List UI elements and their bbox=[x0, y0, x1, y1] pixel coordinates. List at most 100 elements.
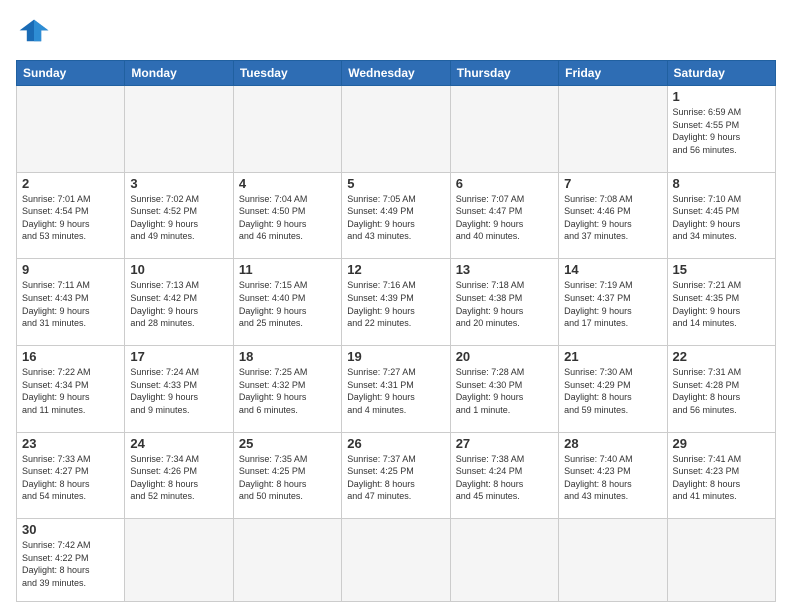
day-number: 14 bbox=[564, 262, 661, 277]
day-info: Sunrise: 7:19 AM Sunset: 4:37 PM Dayligh… bbox=[564, 279, 661, 329]
day-info: Sunrise: 7:24 AM Sunset: 4:33 PM Dayligh… bbox=[130, 366, 227, 416]
calendar-cell: 4 Sunrise: 7:04 AM Sunset: 4:50 PM Daylig… bbox=[233, 172, 341, 259]
day-info: Sunrise: 7:28 AM Sunset: 4:30 PM Dayligh… bbox=[456, 366, 553, 416]
calendar-cell: 27Sunrise: 7:38 AM Sunset: 4:24 PM Dayli… bbox=[450, 432, 558, 519]
calendar-week-1: 1 Sunrise: 6:59 AM Sunset: 4:55 PM Daylig… bbox=[17, 86, 776, 173]
calendar-cell: 24Sunrise: 7:34 AM Sunset: 4:26 PM Dayli… bbox=[125, 432, 233, 519]
calendar-cell: 11 Sunrise: 7:15 AM Sunset: 4:40 PM Dayli… bbox=[233, 259, 341, 346]
day-number: 1 bbox=[673, 89, 770, 104]
calendar-cell: 1 Sunrise: 6:59 AM Sunset: 4:55 PM Daylig… bbox=[667, 86, 775, 173]
calendar-cell bbox=[667, 519, 775, 602]
weekday-header-tuesday: Tuesday bbox=[233, 61, 341, 86]
day-number: 16 bbox=[22, 349, 119, 364]
weekday-header-saturday: Saturday bbox=[667, 61, 775, 86]
calendar-cell bbox=[342, 519, 450, 602]
day-number: 20 bbox=[456, 349, 553, 364]
day-number: 12 bbox=[347, 262, 444, 277]
day-info: Sunrise: 7:13 AM Sunset: 4:42 PM Dayligh… bbox=[130, 279, 227, 329]
calendar-cell bbox=[17, 86, 125, 173]
day-info: Sunrise: 7:37 AM Sunset: 4:25 PM Dayligh… bbox=[347, 453, 444, 503]
calendar-cell: 14 Sunrise: 7:19 AM Sunset: 4:37 PM Dayli… bbox=[559, 259, 667, 346]
day-number: 8 bbox=[673, 176, 770, 191]
day-info: Sunrise: 7:10 AM Sunset: 4:45 PM Dayligh… bbox=[673, 193, 770, 243]
day-number: 15 bbox=[673, 262, 770, 277]
day-info: Sunrise: 7:22 AM Sunset: 4:34 PM Dayligh… bbox=[22, 366, 119, 416]
day-number: 23 bbox=[22, 436, 119, 451]
calendar-cell: 12 Sunrise: 7:16 AM Sunset: 4:39 PM Dayli… bbox=[342, 259, 450, 346]
day-number: 11 bbox=[239, 262, 336, 277]
calendar-cell: 20 Sunrise: 7:28 AM Sunset: 4:30 PM Dayli… bbox=[450, 345, 558, 432]
day-info: Sunrise: 7:11 AM Sunset: 4:43 PM Dayligh… bbox=[22, 279, 119, 329]
calendar-cell bbox=[559, 519, 667, 602]
calendar-cell: 29 Sunrise: 7:41 AM Sunset: 4:23 PM Dayli… bbox=[667, 432, 775, 519]
day-number: 30 bbox=[22, 522, 119, 537]
day-info: Sunrise: 7:35 AM Sunset: 4:25 PM Dayligh… bbox=[239, 453, 336, 503]
calendar-cell: 16 Sunrise: 7:22 AM Sunset: 4:34 PM Dayli… bbox=[17, 345, 125, 432]
day-info: Sunrise: 7:33 AM Sunset: 4:27 PM Dayligh… bbox=[22, 453, 119, 503]
day-number: 22 bbox=[673, 349, 770, 364]
day-number: 25 bbox=[239, 436, 336, 451]
calendar-cell: 22 Sunrise: 7:31 AM Sunset: 4:28 PM Dayli… bbox=[667, 345, 775, 432]
day-number: 9 bbox=[22, 262, 119, 277]
calendar-cell: 10 Sunrise: 7:13 AM Sunset: 4:42 PM Dayli… bbox=[125, 259, 233, 346]
calendar-cell: 5Sunrise: 7:05 AM Sunset: 4:49 PM Daylig… bbox=[342, 172, 450, 259]
header bbox=[16, 16, 776, 52]
calendar-cell: 3Sunrise: 7:02 AM Sunset: 4:52 PM Daylig… bbox=[125, 172, 233, 259]
calendar-week-5: 23 Sunrise: 7:33 AM Sunset: 4:27 PM Dayli… bbox=[17, 432, 776, 519]
calendar-cell: 8 Sunrise: 7:10 AM Sunset: 4:45 PM Daylig… bbox=[667, 172, 775, 259]
calendar-header-row: SundayMondayTuesdayWednesdayThursdayFrid… bbox=[17, 61, 776, 86]
calendar-cell: 21 Sunrise: 7:30 AM Sunset: 4:29 PM Dayli… bbox=[559, 345, 667, 432]
calendar-cell bbox=[450, 519, 558, 602]
calendar-week-4: 16 Sunrise: 7:22 AM Sunset: 4:34 PM Dayli… bbox=[17, 345, 776, 432]
calendar-table: SundayMondayTuesdayWednesdayThursdayFrid… bbox=[16, 60, 776, 602]
day-info: Sunrise: 7:30 AM Sunset: 4:29 PM Dayligh… bbox=[564, 366, 661, 416]
day-number: 7 bbox=[564, 176, 661, 191]
calendar-cell bbox=[342, 86, 450, 173]
calendar-week-3: 9 Sunrise: 7:11 AM Sunset: 4:43 PM Daylig… bbox=[17, 259, 776, 346]
weekday-header-wednesday: Wednesday bbox=[342, 61, 450, 86]
day-number: 19 bbox=[347, 349, 444, 364]
calendar-cell bbox=[125, 86, 233, 173]
day-info: Sunrise: 7:01 AM Sunset: 4:54 PM Dayligh… bbox=[22, 193, 119, 243]
day-number: 2 bbox=[22, 176, 119, 191]
calendar-week-2: 2 Sunrise: 7:01 AM Sunset: 4:54 PM Daylig… bbox=[17, 172, 776, 259]
calendar-cell: 15Sunrise: 7:21 AM Sunset: 4:35 PM Dayli… bbox=[667, 259, 775, 346]
page: SundayMondayTuesdayWednesdayThursdayFrid… bbox=[0, 0, 792, 612]
calendar-cell bbox=[233, 86, 341, 173]
calendar-cell: 17Sunrise: 7:24 AM Sunset: 4:33 PM Dayli… bbox=[125, 345, 233, 432]
day-number: 5 bbox=[347, 176, 444, 191]
day-number: 4 bbox=[239, 176, 336, 191]
day-number: 10 bbox=[130, 262, 227, 277]
day-info: Sunrise: 7:41 AM Sunset: 4:23 PM Dayligh… bbox=[673, 453, 770, 503]
calendar-cell: 9 Sunrise: 7:11 AM Sunset: 4:43 PM Daylig… bbox=[17, 259, 125, 346]
day-info: Sunrise: 7:04 AM Sunset: 4:50 PM Dayligh… bbox=[239, 193, 336, 243]
day-number: 3 bbox=[130, 176, 227, 191]
day-info: Sunrise: 7:40 AM Sunset: 4:23 PM Dayligh… bbox=[564, 453, 661, 503]
day-number: 29 bbox=[673, 436, 770, 451]
day-number: 26 bbox=[347, 436, 444, 451]
day-number: 24 bbox=[130, 436, 227, 451]
day-number: 21 bbox=[564, 349, 661, 364]
day-info: Sunrise: 7:16 AM Sunset: 4:39 PM Dayligh… bbox=[347, 279, 444, 329]
calendar-cell: 18Sunrise: 7:25 AM Sunset: 4:32 PM Dayli… bbox=[233, 345, 341, 432]
calendar-cell: 2 Sunrise: 7:01 AM Sunset: 4:54 PM Daylig… bbox=[17, 172, 125, 259]
calendar-cell: 28 Sunrise: 7:40 AM Sunset: 4:23 PM Dayli… bbox=[559, 432, 667, 519]
day-info: Sunrise: 6:59 AM Sunset: 4:55 PM Dayligh… bbox=[673, 106, 770, 156]
calendar-cell: 6 Sunrise: 7:07 AM Sunset: 4:47 PM Daylig… bbox=[450, 172, 558, 259]
calendar-body: 1 Sunrise: 6:59 AM Sunset: 4:55 PM Daylig… bbox=[17, 86, 776, 602]
day-number: 28 bbox=[564, 436, 661, 451]
day-info: Sunrise: 7:07 AM Sunset: 4:47 PM Dayligh… bbox=[456, 193, 553, 243]
day-number: 27 bbox=[456, 436, 553, 451]
weekday-header-monday: Monday bbox=[125, 61, 233, 86]
day-number: 6 bbox=[456, 176, 553, 191]
day-info: Sunrise: 7:08 AM Sunset: 4:46 PM Dayligh… bbox=[564, 193, 661, 243]
calendar-cell: 26 Sunrise: 7:37 AM Sunset: 4:25 PM Dayli… bbox=[342, 432, 450, 519]
weekday-header-friday: Friday bbox=[559, 61, 667, 86]
day-info: Sunrise: 7:31 AM Sunset: 4:28 PM Dayligh… bbox=[673, 366, 770, 416]
calendar-cell: 13Sunrise: 7:18 AM Sunset: 4:38 PM Dayli… bbox=[450, 259, 558, 346]
calendar-cell: 19Sunrise: 7:27 AM Sunset: 4:31 PM Dayli… bbox=[342, 345, 450, 432]
calendar-cell: 30Sunrise: 7:42 AM Sunset: 4:22 PM Dayli… bbox=[17, 519, 125, 602]
day-info: Sunrise: 7:15 AM Sunset: 4:40 PM Dayligh… bbox=[239, 279, 336, 329]
day-number: 13 bbox=[456, 262, 553, 277]
calendar-cell bbox=[450, 86, 558, 173]
